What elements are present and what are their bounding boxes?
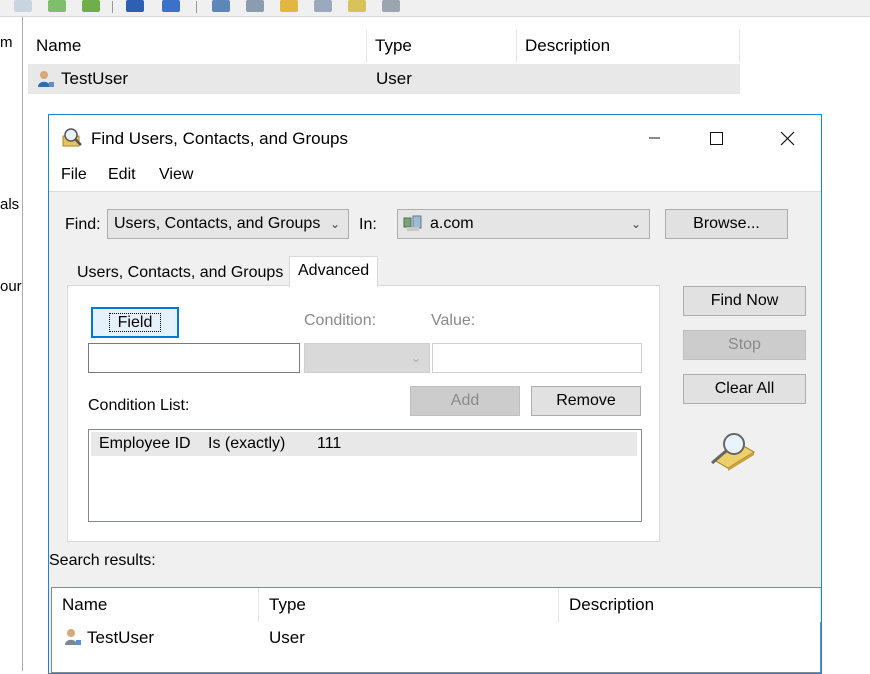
value-label: Value: [431, 312, 476, 329]
value-input [432, 343, 642, 373]
menu-bar: File Edit View [49, 161, 821, 192]
tree-fragment[interactable]: our [0, 278, 22, 295]
tab-advanced[interactable]: Advanced [289, 256, 379, 287]
chevron-down-icon: ⌄ [410, 351, 421, 365]
table-row[interactable]: TestUser User [52, 622, 820, 654]
tab-users-contacts-groups[interactable]: Users, Contacts, and Groups [69, 259, 291, 287]
row-type: User [376, 69, 412, 88]
filter-icon[interactable] [314, 0, 332, 12]
chevron-down-icon: ⌄ [329, 217, 340, 231]
toolbar-separator [196, 1, 197, 13]
condition-list-label: Condition List: [88, 397, 190, 414]
console-tree-icon[interactable] [162, 0, 180, 12]
find-type-value: Users, Contacts, and Groups [114, 215, 321, 232]
toolbar [0, 0, 870, 17]
find-now-button[interactable]: Find Now [683, 286, 806, 316]
user-icon[interactable] [212, 0, 230, 12]
column-header-description[interactable]: Description [517, 30, 740, 62]
menu-edit[interactable]: Edit [108, 166, 136, 184]
maximize-button[interactable] [693, 123, 739, 153]
clear-all-button[interactable]: Clear All [683, 374, 806, 404]
column-header-name[interactable]: Name [52, 588, 259, 622]
field-button[interactable]: Field [91, 307, 179, 338]
advanced-tab-panel: Field Condition: Value: ⌄ Condition List… [67, 285, 660, 542]
column-header-type[interactable]: Type [367, 30, 517, 62]
search-results-list[interactable]: Name Type Description TestUser User [51, 587, 821, 673]
field-input[interactable] [88, 343, 300, 373]
column-header-description[interactable]: Description [559, 588, 821, 622]
menu-view[interactable]: View [159, 166, 193, 184]
condition-operator: Is (exactly) [208, 435, 286, 452]
find-dialog: Find Users, Contacts, and Groups File Ed… [48, 114, 822, 674]
help-icon[interactable] [126, 0, 144, 12]
user-icon [36, 69, 56, 89]
users-icon[interactable] [246, 0, 264, 12]
condition-value: 111 [317, 435, 342, 452]
condition-list[interactable]: Employee ID Is (exactly) 111 [88, 429, 642, 522]
export-icon[interactable] [82, 0, 100, 12]
close-button[interactable] [764, 123, 810, 153]
title-bar[interactable]: Find Users, Contacts, and Groups [49, 115, 821, 161]
search-results-label: Search results: [49, 552, 156, 569]
background-list-header: Name Type Description [28, 30, 740, 63]
magnifier-icon [706, 430, 758, 472]
minimize-button[interactable] [631, 123, 677, 153]
group-icon[interactable] [280, 0, 298, 12]
toolbar-separator [112, 1, 113, 13]
condition-field: Employee ID [99, 435, 191, 452]
find-type-dropdown[interactable]: Users, Contacts, and Groups ⌄ [107, 209, 349, 239]
in-location-dropdown[interactable]: a.com ⌄ [397, 209, 650, 239]
tree-fragment[interactable]: als [0, 196, 19, 213]
column-header-type[interactable]: Type [259, 588, 559, 622]
chevron-down-icon: ⌄ [630, 217, 641, 231]
find-label: Find: [65, 216, 101, 233]
condition-label: Condition: [304, 312, 377, 329]
dialog-title: Find Users, Contacts, and Groups [91, 129, 349, 148]
menu-file[interactable]: File [61, 166, 87, 184]
group-move-icon[interactable] [382, 0, 400, 12]
remove-button[interactable]: Remove [531, 386, 641, 416]
column-header-name[interactable]: Name [28, 30, 367, 62]
in-location-value: a.com [430, 215, 474, 232]
list-item[interactable]: TestUser User [28, 64, 740, 94]
row-name: TestUser [61, 69, 129, 88]
console-tree-pane[interactable]: m als our [0, 17, 23, 671]
add-button: Add [410, 386, 520, 416]
condition-dropdown: ⌄ [304, 343, 430, 373]
result-name: TestUser [87, 628, 155, 647]
find-icon[interactable] [348, 0, 366, 12]
properties-icon[interactable] [14, 0, 32, 12]
browse-button[interactable]: Browse... [665, 209, 788, 239]
user-icon [63, 627, 83, 647]
list-item[interactable]: Employee ID Is (exactly) 111 [91, 432, 637, 456]
tree-fragment[interactable]: m [0, 34, 13, 51]
find-icon [61, 127, 83, 149]
result-type: User [269, 628, 305, 647]
refresh-icon[interactable] [48, 0, 66, 12]
stop-button: Stop [683, 330, 806, 360]
in-label: In: [359, 216, 377, 233]
domain-icon [403, 215, 423, 233]
field-button-label: Field [108, 313, 162, 332]
